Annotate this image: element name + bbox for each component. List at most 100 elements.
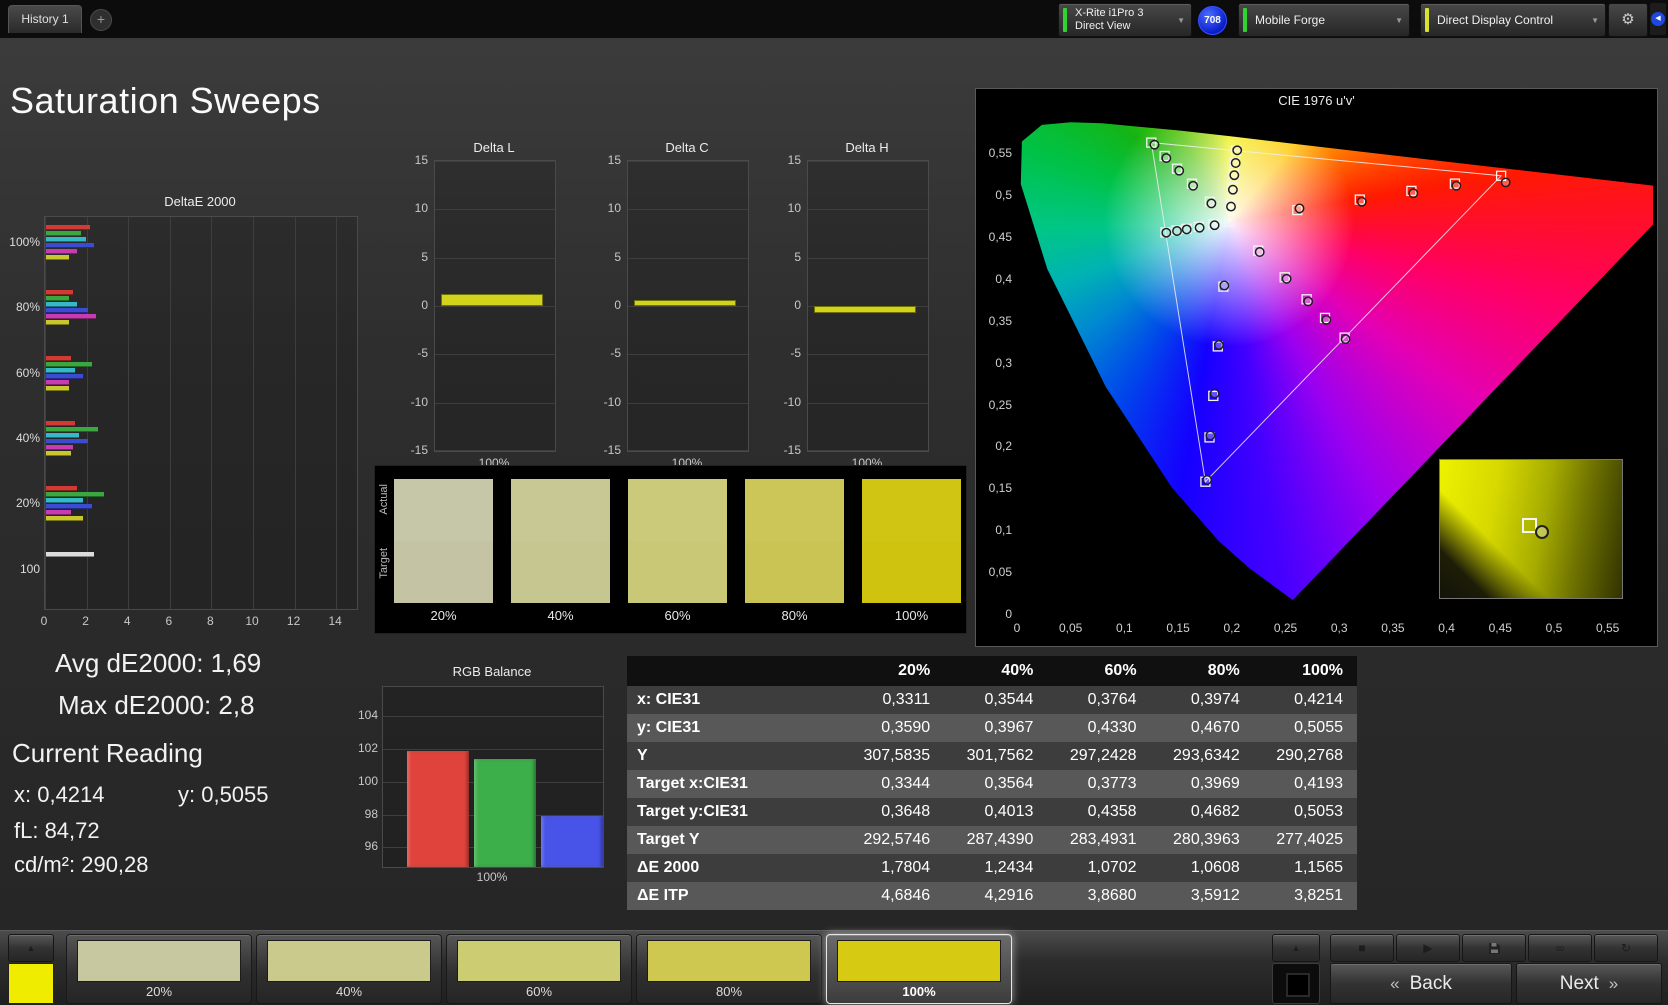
display-control-dropdown[interactable]: Direct Display Control ▼ xyxy=(1420,3,1606,37)
swatch-column: 60% xyxy=(628,466,727,633)
patch-label: 60% xyxy=(447,984,631,999)
y-group-label: 40% xyxy=(8,431,40,445)
de-bar xyxy=(46,225,90,230)
y-tick-label: -5 xyxy=(396,346,428,360)
rgb-bar-blue xyxy=(541,816,603,867)
target-swatch xyxy=(394,541,493,603)
source-status-indicator xyxy=(1243,8,1247,32)
de-bar xyxy=(46,243,94,248)
next-button[interactable]: Next » xyxy=(1516,963,1662,1004)
grid-line-h xyxy=(628,403,748,404)
up-arrow-icon: ▲ xyxy=(1292,943,1301,953)
measured-circle-marker xyxy=(1183,225,1191,233)
meter-dropdown[interactable]: X-Rite i1Pro 3 Direct View ▼ xyxy=(1058,3,1192,37)
measured-circle-marker xyxy=(1173,227,1181,235)
pattern-window-button[interactable] xyxy=(1272,963,1320,1004)
y-tick-label: 0 xyxy=(769,298,801,312)
grid-line-h xyxy=(628,450,748,451)
grid-line-h xyxy=(628,161,748,162)
table-cell: 3,8680 xyxy=(1047,882,1150,910)
de-bar xyxy=(46,380,69,385)
table-cell: 297,2428 xyxy=(1047,742,1150,770)
measured-circle-marker xyxy=(1256,248,1264,256)
save-button[interactable] xyxy=(1462,934,1526,962)
x-tick-label: 12 xyxy=(280,614,308,628)
delta-l-chart: Delta L 151050-5-10-15100% xyxy=(396,136,566,472)
table-cell: 292,5746 xyxy=(841,826,944,854)
delta-h-chart: Delta H 151050-5-10-15100% xyxy=(769,136,939,472)
y-tick-label: 10 xyxy=(589,201,621,215)
patch-button-100%[interactable]: 100% xyxy=(826,934,1012,1004)
table-cell: 0,3969 xyxy=(1151,770,1254,798)
patch-swatch xyxy=(457,940,621,982)
play-button[interactable]: ▶ xyxy=(1396,934,1460,962)
de-bar xyxy=(46,451,71,456)
measured-circle-marker xyxy=(1206,431,1214,439)
table-cell: 0,3311 xyxy=(841,686,944,714)
patch-label: 80% xyxy=(637,984,821,999)
y-tick-label: 0,2 xyxy=(978,439,1012,453)
patch-button-40%[interactable]: 40% xyxy=(256,934,442,1004)
calman-application-window: History 1 + X-Rite i1Pro 3 Direct View ▼… xyxy=(0,0,1668,1005)
display-status-indicator xyxy=(1425,8,1429,32)
grid-line-v xyxy=(170,217,171,609)
de-bar xyxy=(46,427,98,432)
de-bar xyxy=(46,386,69,391)
current-patch-swatch[interactable] xyxy=(8,963,54,1004)
patch-button-80%[interactable]: 80% xyxy=(636,934,822,1004)
de-bar xyxy=(46,296,69,301)
refresh-button[interactable]: ↻ xyxy=(1594,934,1658,962)
back-button[interactable]: « Back xyxy=(1330,963,1512,1004)
measurement-count-badge[interactable]: 708 xyxy=(1198,6,1227,35)
grid-line-h xyxy=(628,209,748,210)
up-arrow-icon: ▲ xyxy=(27,943,36,953)
y-tick-label: 15 xyxy=(589,153,621,167)
patch-label: 20% xyxy=(67,984,251,999)
grid-line-h xyxy=(808,354,928,355)
display-control-name: Direct Display Control xyxy=(1437,13,1585,27)
grid-line-h xyxy=(808,209,928,210)
de-bar xyxy=(46,356,71,361)
y-tick-label: 0,15 xyxy=(978,481,1012,495)
rgb-balance-plot-area xyxy=(382,686,604,868)
y-tick-label: 0,55 xyxy=(978,146,1012,160)
y-tick-label: 0,5 xyxy=(978,188,1012,202)
next-label: Next xyxy=(1560,973,1599,995)
table-cell: 0,4330 xyxy=(1047,714,1150,742)
expand-controls-button[interactable]: ▲ xyxy=(1272,934,1320,962)
table-cell: 0,3590 xyxy=(841,714,944,742)
measured-circle-marker xyxy=(1452,182,1460,190)
settings-button[interactable]: ⚙ xyxy=(1608,3,1648,37)
infinity-icon: ∞ xyxy=(1556,941,1565,955)
de-bar xyxy=(46,368,75,373)
swatch-column: 20% xyxy=(394,466,493,633)
table-cell: 0,3773 xyxy=(1047,770,1150,798)
y-tick-label: 5 xyxy=(396,250,428,264)
continuous-measure-button[interactable]: ∞ xyxy=(1528,934,1592,962)
x-tick-label: 0,5 xyxy=(1532,621,1576,635)
grid-line-v xyxy=(336,217,337,609)
meter-mode: Direct View xyxy=(1075,20,1171,33)
patch-button-60%[interactable]: 60% xyxy=(446,934,632,1004)
y-tick-label: 0,05 xyxy=(978,565,1012,579)
measured-circle-marker xyxy=(1341,335,1349,343)
stop-button[interactable]: ■ xyxy=(1330,934,1394,962)
y-group-label: 80% xyxy=(8,300,40,314)
history-tab[interactable]: History 1 xyxy=(8,5,82,33)
patch-button-20%[interactable]: 20% xyxy=(66,934,252,1004)
pattern-source-dropdown[interactable]: Mobile Forge ▼ xyxy=(1238,3,1410,37)
y-group-label: 100 xyxy=(8,562,40,576)
collapse-panel-button[interactable]: ◀ xyxy=(1650,3,1666,35)
measured-circle-marker xyxy=(1358,198,1366,206)
expand-patch-list-button[interactable]: ▲ xyxy=(8,934,54,962)
chart-title: CIE 1976 u'v' xyxy=(976,93,1657,108)
table-cell: 287,4390 xyxy=(944,826,1047,854)
actual-swatch xyxy=(862,479,961,541)
cie-zoom-inset xyxy=(1439,459,1623,599)
table-row: Target y:CIE310,36480,40130,43580,46820,… xyxy=(627,798,1357,826)
column-header xyxy=(627,656,841,686)
delta-bar xyxy=(634,300,736,306)
measured-circle-marker xyxy=(1207,199,1215,207)
add-tab-button[interactable]: + xyxy=(90,9,112,31)
table-cell: 307,5835 xyxy=(841,742,944,770)
